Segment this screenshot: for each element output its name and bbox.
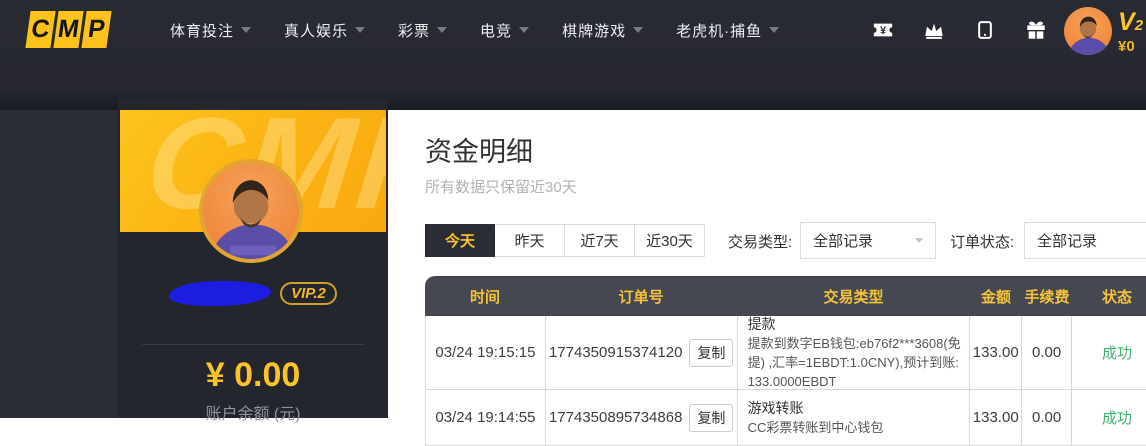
col-header-type: 交易类型	[737, 286, 970, 307]
order-status-label: 订单状态:	[950, 231, 1014, 252]
chevron-down-icon	[355, 27, 365, 33]
order-status-select[interactable]: 全部记录	[1024, 222, 1146, 259]
logo-letter: C	[25, 11, 55, 48]
type-main: 提款	[748, 314, 776, 334]
nav-item-label: 彩票	[398, 20, 430, 41]
profile-sidebar: CMP VIP.2 ¥ 0.00 账户余额 (元)	[118, 98, 388, 418]
page-subtitle: 所有数据只保留近30天	[425, 176, 577, 197]
type-detail: CC彩票转账到中心钱包	[748, 418, 884, 437]
order-id-value: 1774350915374120	[549, 344, 682, 361]
main-nav: 体育投注 真人娱乐 彩票 电竞 棋牌游戏 老虎机·捕鱼	[170, 0, 779, 60]
chevron-down-icon	[437, 27, 447, 33]
page-title: 资金明细	[425, 130, 533, 169]
table-header-row: 时间 订单号 交易类型 金额 手续费 状态	[425, 276, 1146, 316]
tab-last-7-days[interactable]: 近7天	[565, 224, 635, 257]
table-row: 03/24 19:15:15 1774350915374120 复制 提款 提款…	[425, 316, 1146, 390]
cell-order-id: 1774350915374120 复制	[546, 316, 738, 389]
coupon-icon[interactable]: ¥	[872, 19, 894, 41]
status-badge: 成功	[1072, 316, 1146, 389]
username-row: VIP.2	[118, 281, 388, 306]
chevron-down-icon	[241, 27, 251, 33]
nav-item-label: 电竞	[480, 20, 512, 41]
header-icon-group: ¥	[872, 19, 1047, 41]
nav-item-board-games[interactable]: 棋牌游戏	[562, 20, 643, 41]
gift-icon[interactable]	[1025, 19, 1047, 41]
chevron-down-icon	[633, 27, 643, 33]
nav-item-label: 老虎机·捕鱼	[676, 20, 762, 41]
logo-letter: P	[81, 11, 111, 48]
cell-time: 03/24 19:15:15	[426, 316, 546, 389]
transaction-type-value: 全部记录	[813, 230, 873, 251]
order-status-value: 全部记录	[1037, 230, 1097, 251]
tab-today[interactable]: 今天	[425, 224, 495, 257]
nav-item-slots-fishing[interactable]: 老虎机·捕鱼	[676, 20, 779, 41]
user-avatar[interactable]	[1064, 7, 1112, 55]
cell-amount: 133.00	[970, 316, 1022, 389]
transaction-type-select[interactable]: 全部记录	[800, 222, 936, 259]
vip-level-letter: V	[1118, 8, 1135, 36]
nav-item-sports[interactable]: 体育投注	[170, 20, 251, 41]
mobile-icon[interactable]	[974, 19, 996, 41]
cell-fee: 0.00	[1022, 316, 1072, 389]
col-header-order-id: 订单号	[545, 286, 737, 307]
type-detail: 提款到数字EB钱包:eb76f2***3608(免提) ,汇率=1EBDT:1.…	[748, 334, 962, 391]
account-balance: ¥ 0.00	[118, 356, 388, 395]
date-range-tabs: 今天 昨天 近7天 近30天	[425, 224, 705, 257]
cell-type: 提款 提款到数字EB钱包:eb76f2***3608(免提) ,汇率=1EBDT…	[738, 316, 971, 389]
header-balance: ¥0	[1118, 39, 1143, 54]
account-balance-label: 账户余额 (元)	[118, 400, 388, 424]
funds-table: 时间 订单号 交易类型 金额 手续费 状态 03/24 19:15:15 177…	[425, 276, 1146, 446]
chevron-down-icon	[915, 238, 923, 243]
col-header-fee: 手续费	[1022, 286, 1072, 307]
table-row: 03/24 19:14:55 1774350895734868 复制 游戏转账 …	[425, 390, 1146, 446]
crown-icon[interactable]	[923, 19, 945, 41]
col-header-amount: 金额	[970, 286, 1022, 307]
user-level-balance[interactable]: V2 ¥0	[1118, 10, 1143, 54]
nav-item-label: 棋牌游戏	[562, 20, 626, 41]
copy-button[interactable]: 复制	[689, 339, 733, 367]
tab-yesterday[interactable]: 昨天	[495, 224, 565, 257]
col-header-time: 时间	[425, 286, 545, 307]
brand-logo[interactable]: C M P	[25, 11, 111, 48]
logo-letter: M	[53, 11, 83, 48]
nav-item-label: 体育投注	[170, 20, 234, 41]
svg-text:¥: ¥	[880, 25, 887, 37]
tab-last-30-days[interactable]: 近30天	[635, 224, 705, 257]
transaction-type-label: 交易类型:	[728, 231, 792, 252]
col-header-status: 状态	[1072, 286, 1146, 307]
top-header: C M P 体育投注 真人娱乐 彩票 电竞 棋牌游戏 老虎机·捕鱼	[0, 0, 1146, 110]
chevron-down-icon	[769, 27, 779, 33]
profile-avatar[interactable]	[199, 159, 303, 263]
nav-item-live-casino[interactable]: 真人娱乐	[284, 20, 365, 41]
chevron-down-icon	[519, 27, 529, 33]
nav-item-esports[interactable]: 电竞	[480, 20, 529, 41]
vip-level-number: 2	[1135, 17, 1143, 34]
nav-item-lottery[interactable]: 彩票	[398, 20, 447, 41]
type-main: 游戏转账	[748, 398, 804, 418]
sidebar-divider	[142, 344, 364, 345]
nav-item-label: 真人娱乐	[284, 20, 348, 41]
vip-badge: VIP.2	[280, 282, 337, 305]
username-censored	[169, 280, 272, 308]
